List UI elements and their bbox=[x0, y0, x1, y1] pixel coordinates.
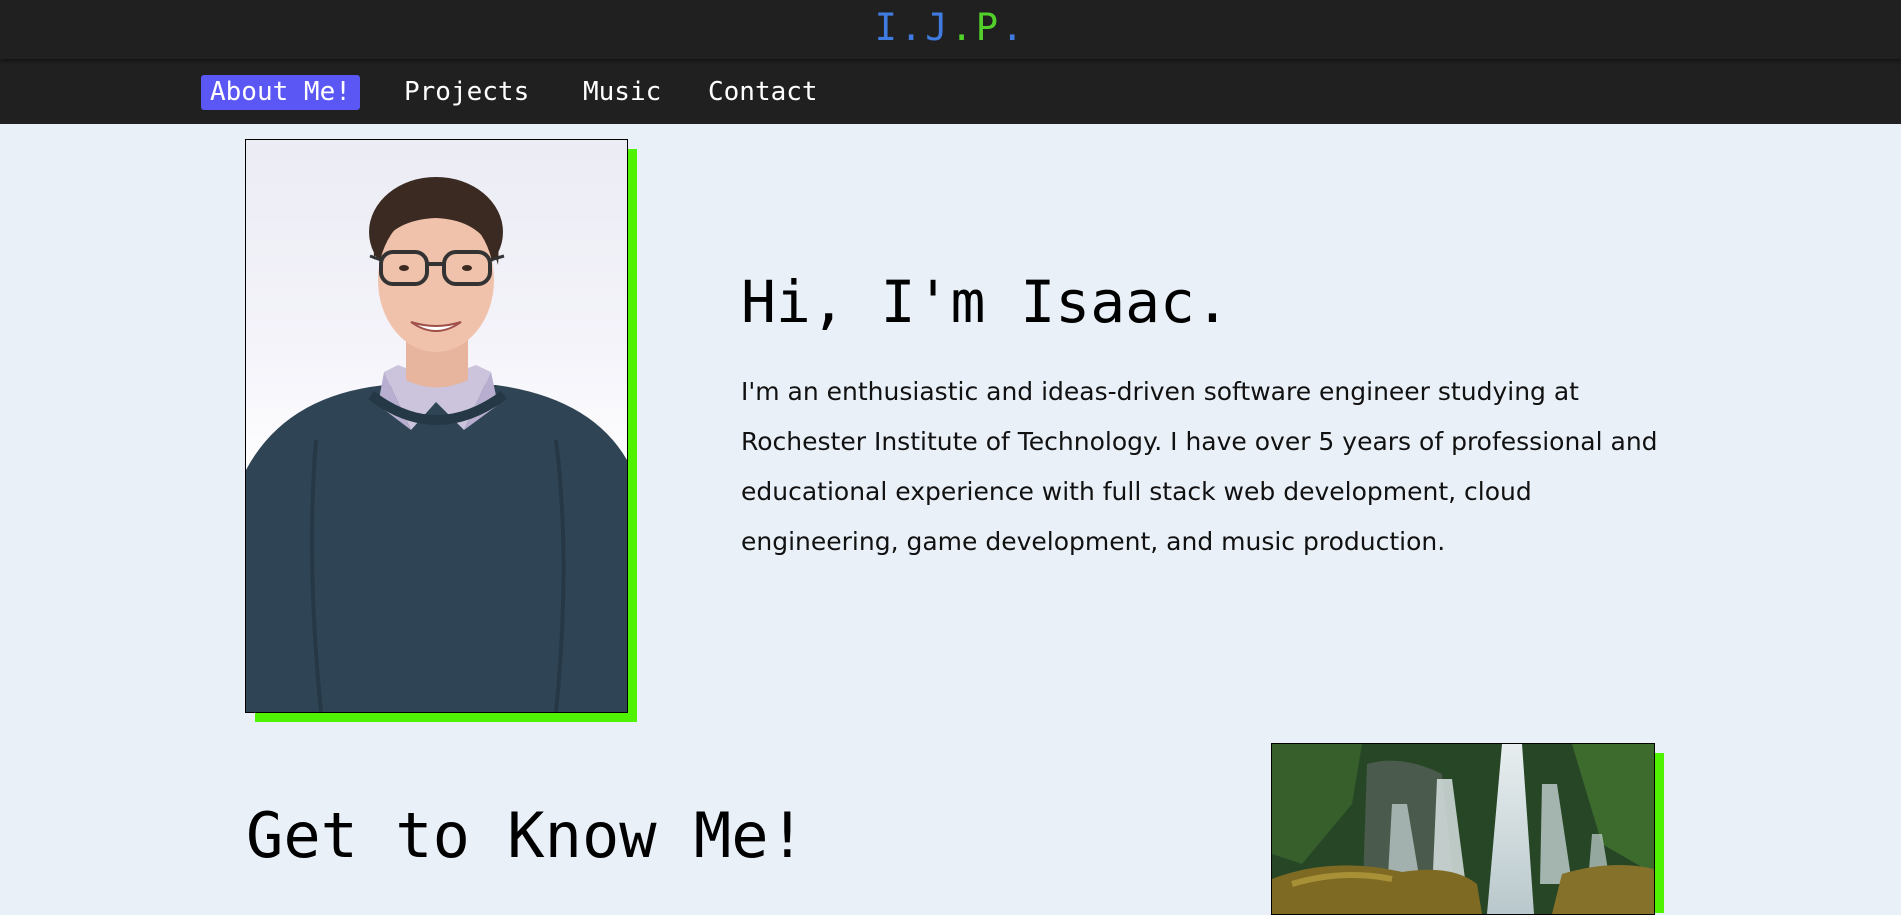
logo-dot: . bbox=[899, 6, 926, 49]
top-bar: I.J.P. bbox=[0, 0, 1901, 59]
nav-item-music[interactable]: Music bbox=[574, 75, 670, 110]
site-logo[interactable]: I.J.P. bbox=[0, 0, 1901, 59]
logo-letter: P bbox=[975, 6, 1002, 49]
main-nav: About Me! Projects Music Contact bbox=[0, 59, 1901, 124]
about-section-title: Get to Know Me! bbox=[246, 799, 806, 872]
waterfall-photo bbox=[1271, 743, 1655, 915]
nav-item-about-me[interactable]: About Me! bbox=[201, 75, 360, 110]
logo-letter: I bbox=[874, 6, 900, 49]
hero-title: Hi, I'm Isaac. bbox=[741, 268, 1230, 336]
hero-intro-text: I'm an enthusiastic and ideas-driven sof… bbox=[741, 377, 1658, 556]
logo-letter: J bbox=[925, 6, 951, 49]
logo-dot: . bbox=[1001, 6, 1027, 49]
logo-dot: . bbox=[950, 6, 976, 49]
portrait-photo bbox=[245, 139, 628, 713]
nav-item-contact[interactable]: Contact bbox=[699, 75, 827, 110]
nav-item-projects[interactable]: Projects bbox=[395, 75, 538, 110]
